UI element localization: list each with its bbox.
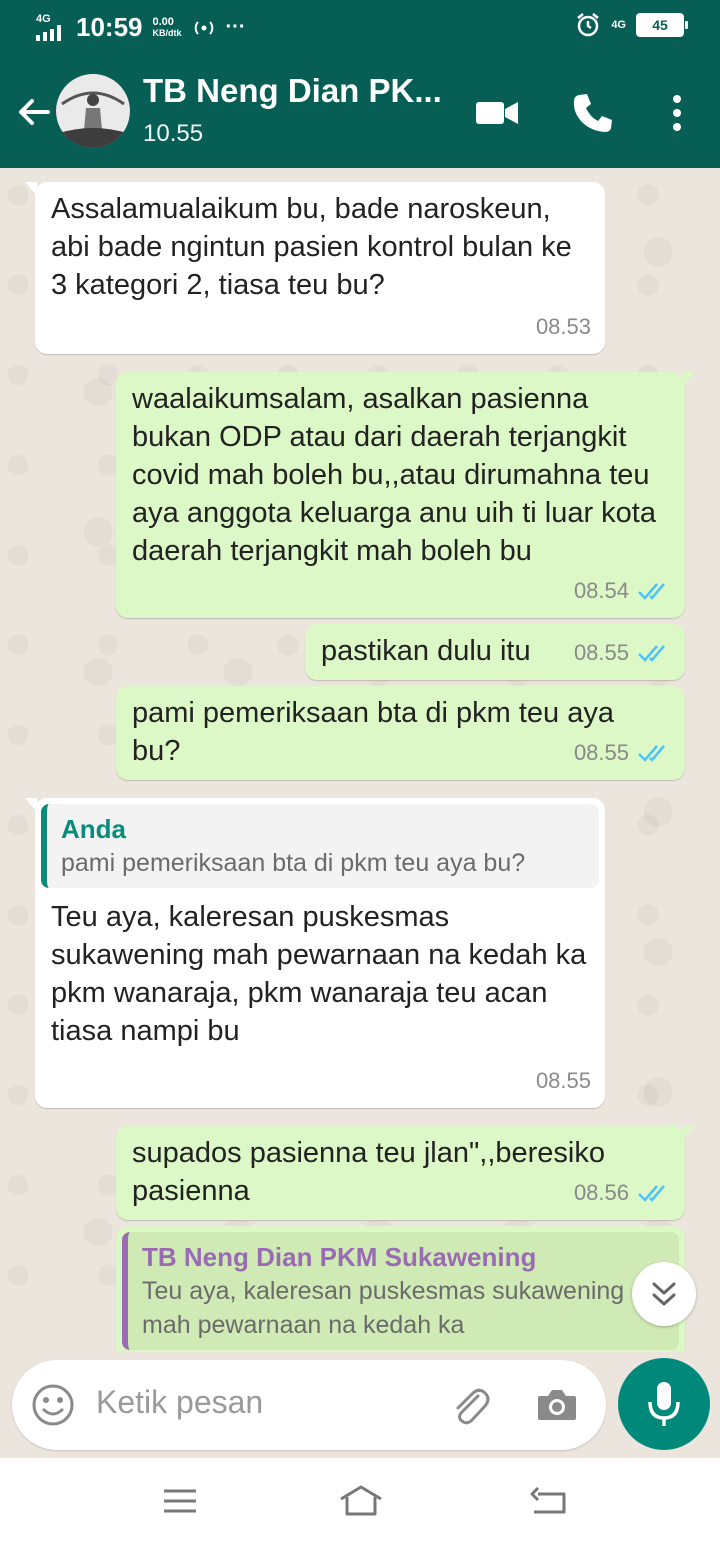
- message-time: 08.56: [573, 1180, 629, 1205]
- data-speed: 0.00 KB/dtk: [152, 15, 182, 39]
- message-meta: 08.55: [574, 734, 671, 772]
- voice-record-button[interactable]: [618, 1358, 710, 1450]
- camera-icon[interactable]: [534, 1382, 580, 1428]
- nav-home-icon[interactable]: [338, 1484, 384, 1518]
- data-speed-unit: KB/dtk: [152, 27, 182, 38]
- data-speed-value: 0.00: [152, 15, 174, 28]
- video-call-icon[interactable]: [474, 90, 520, 136]
- read-ticks-icon: [638, 745, 665, 762]
- bubble-tail: [683, 372, 695, 386]
- message-text: Assalamualaikum bu, bade naroskeun, abi …: [51, 193, 572, 301]
- quoted-message[interactable]: Anda pami pemeriksaan bta di pkm teu aya…: [41, 804, 599, 888]
- status-right: 4G 45: [575, 12, 688, 38]
- system-nav-bar: [0, 1458, 720, 1544]
- quoted-text: Teu aya, kaleresan puskesmas sukawening …: [142, 1277, 625, 1339]
- message-time: 08.53: [535, 314, 591, 339]
- emoji-icon[interactable]: [30, 1382, 76, 1428]
- message-text: waalaikumsalam, asalkan pasienna bukan O…: [132, 383, 656, 567]
- battery-icon: 45: [636, 13, 688, 37]
- alarm-icon: [577, 13, 600, 37]
- more-options-icon[interactable]: [654, 90, 700, 136]
- back-arrow-icon[interactable]: [14, 92, 54, 132]
- message-outgoing[interactable]: pami pemeriksaan bta di pkm teu aya bu? …: [116, 686, 685, 780]
- message-composer[interactable]: Ketik pesan: [12, 1360, 606, 1450]
- mic-icon: [648, 1382, 680, 1426]
- message-time: 08.55: [573, 640, 629, 665]
- more-status-icon: ···: [225, 16, 246, 38]
- message-input[interactable]: Ketik pesan: [96, 1384, 263, 1421]
- read-ticks-icon: [638, 1185, 665, 1202]
- message-meta: 08.56: [574, 1174, 671, 1212]
- message-outgoing[interactable]: waalaikumsalam, asalkan pasienna bukan O…: [116, 372, 695, 618]
- bubble-tail: [25, 798, 37, 812]
- nav-menu-icon[interactable]: [160, 1484, 200, 1518]
- quoted-text: pami pemeriksaan bta di pkm teu aya bu?: [61, 849, 526, 877]
- signal-bars-icon: [36, 25, 61, 41]
- scroll-to-bottom-button[interactable]: [632, 1262, 696, 1326]
- message-outgoing[interactable]: supados pasienna teu jlan",,beresiko pas…: [116, 1126, 695, 1220]
- network-type-left: 4G: [36, 13, 51, 25]
- chat-header: TB Neng Dian PK... 10.55: [0, 56, 720, 168]
- network-type-right: 4G: [611, 18, 626, 31]
- message-incoming-reply[interactable]: Anda pami pemeriksaan bta di pkm teu aya…: [25, 798, 605, 1108]
- scroll-down-icon: [652, 1282, 676, 1306]
- last-seen: 10.55: [143, 120, 204, 147]
- clock: 10:59: [76, 12, 143, 42]
- battery-level: 45: [652, 17, 668, 33]
- read-ticks-icon: [638, 583, 665, 600]
- message-text: Teu aya, kaleresan puskesmas sukawening …: [51, 901, 587, 1047]
- status-left: 4G 10:59 0.00 KB/dtk ···: [36, 12, 245, 43]
- message-meta: 08.53: [536, 308, 591, 346]
- message-outgoing[interactable]: pastikan dulu itu 08.55: [305, 624, 685, 680]
- message-time: 08.55: [573, 740, 629, 765]
- message-outgoing-reply[interactable]: TB Neng Dian PKM Sukawening Teu aya, kal…: [116, 1226, 685, 1351]
- signal-icon: 4G: [36, 14, 66, 41]
- contact-name[interactable]: TB Neng Dian PK...: [143, 72, 442, 110]
- attach-icon[interactable]: [446, 1382, 492, 1428]
- message-time: 08.55: [535, 1068, 591, 1093]
- status-bar: 4G 10:59 0.00 KB/dtk ··· 4G 45: [0, 0, 720, 56]
- read-ticks-icon: [638, 645, 665, 662]
- nav-back-icon[interactable]: [528, 1484, 568, 1518]
- message-meta: 08.55: [536, 1062, 591, 1100]
- phone-icon[interactable]: [570, 90, 616, 136]
- quoted-sender: TB Neng Dian PKM Sukawening: [142, 1242, 537, 1272]
- message-meta: 08.54: [574, 572, 671, 610]
- hotspot-icon: [194, 20, 213, 35]
- message-incoming[interactable]: Assalamualaikum bu, bade naroskeun, abi …: [25, 182, 605, 354]
- message-time: 08.54: [573, 578, 629, 603]
- message-meta: 08.55: [574, 634, 671, 672]
- avatar[interactable]: [56, 74, 130, 148]
- bubble-tail: [683, 1126, 695, 1140]
- quoted-message[interactable]: TB Neng Dian PKM Sukawening Teu aya, kal…: [122, 1232, 679, 1350]
- avatar-image: [56, 74, 130, 148]
- bubble-tail: [25, 182, 37, 196]
- chat-area[interactable]: Assalamualaikum bu, bade naroskeun, abi …: [0, 168, 720, 1351]
- quoted-sender: Anda: [61, 814, 126, 844]
